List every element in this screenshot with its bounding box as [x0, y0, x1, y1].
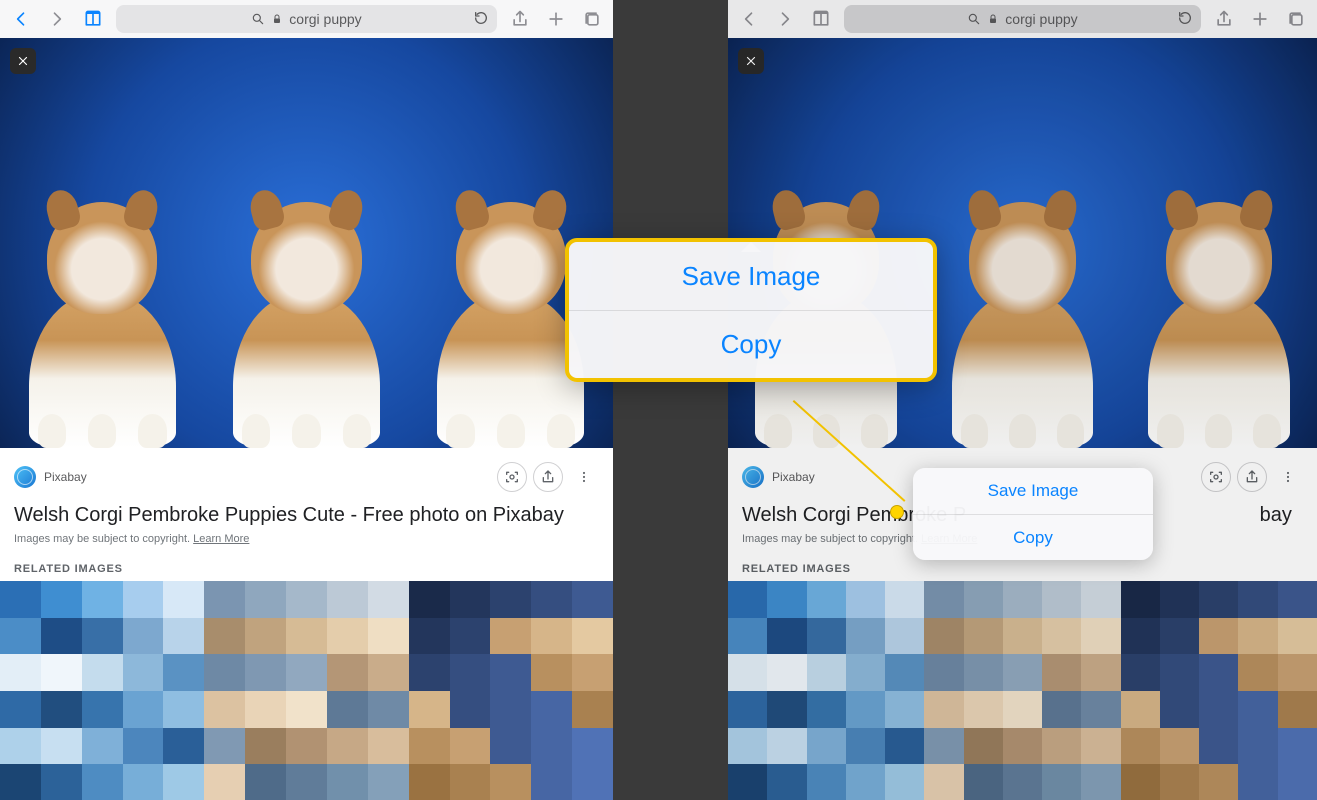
close-button[interactable]: [738, 48, 764, 74]
context-menu: Save Image Copy: [913, 468, 1153, 560]
meta-actions: [1201, 462, 1303, 492]
globe-icon: [742, 466, 764, 488]
related-thumb[interactable]: [728, 581, 924, 800]
back-button[interactable]: [736, 6, 762, 32]
forward-button[interactable]: [772, 6, 798, 32]
more-button[interactable]: [569, 462, 599, 492]
new-tab-button[interactable]: [543, 6, 569, 32]
copy-menuitem[interactable]: Copy: [913, 514, 1153, 560]
share-image-button[interactable]: [533, 462, 563, 492]
related-thumbs: [728, 581, 1317, 800]
globe-icon: [14, 466, 36, 488]
source[interactable]: Pixabay: [14, 466, 87, 488]
related-thumb[interactable]: [1121, 581, 1317, 800]
tabs-button[interactable]: [579, 6, 605, 32]
reload-button[interactable]: [473, 10, 489, 29]
copy-menuitem[interactable]: Copy: [569, 310, 933, 378]
back-button[interactable]: [8, 6, 34, 32]
related-thumb[interactable]: [204, 581, 408, 800]
meta-actions: [497, 462, 599, 492]
pane-left: corgi puppy Pixabay Welsh: [0, 0, 613, 800]
related-thumb[interactable]: [0, 581, 204, 800]
source-name: Pixabay: [44, 470, 87, 484]
learn-more-link[interactable]: Learn More: [193, 533, 249, 545]
share-image-button[interactable]: [1237, 462, 1267, 492]
related-thumb[interactable]: [924, 581, 1120, 800]
address-text: corgi puppy: [289, 11, 361, 27]
callout-dot: [890, 505, 904, 519]
bookmarks-button[interactable]: [808, 6, 834, 32]
copyright-text: Images may be subject to copyright. Lear…: [14, 533, 599, 545]
more-button[interactable]: [1273, 462, 1303, 492]
close-button[interactable]: [10, 48, 36, 74]
new-tab-button[interactable]: [1247, 6, 1273, 32]
search-icon: [967, 12, 981, 26]
close-icon: [16, 54, 30, 68]
search-icon: [251, 12, 265, 26]
related-thumb[interactable]: [409, 581, 613, 800]
lens-button[interactable]: [1201, 462, 1231, 492]
meta-section: Pixabay Welsh Corgi Pembroke Puppies Cut…: [0, 448, 613, 553]
save-image-menuitem[interactable]: Save Image: [913, 468, 1153, 514]
save-image-menuitem[interactable]: Save Image: [569, 242, 933, 310]
related-thumbs: [0, 581, 613, 800]
address-bar[interactable]: corgi puppy: [844, 5, 1201, 33]
context-menu-callout: Save Image Copy: [565, 238, 937, 382]
image-title: Welsh Corgi Pembroke Puppies Cute - Free…: [14, 504, 599, 527]
toolbar: corgi puppy: [0, 0, 613, 38]
bookmarks-button[interactable]: [80, 6, 106, 32]
reload-button[interactable]: [1177, 10, 1193, 29]
close-icon: [744, 54, 758, 68]
lock-icon: [271, 13, 283, 25]
hero-image[interactable]: [0, 38, 613, 448]
source-name: Pixabay: [772, 470, 815, 484]
pane-right: corgi puppy Pixabay: [728, 0, 1317, 800]
address-bar[interactable]: corgi puppy: [116, 5, 497, 33]
related-heading: RELATED IMAGES: [0, 553, 613, 581]
pane-gap: [613, 0, 728, 800]
forward-button[interactable]: [44, 6, 70, 32]
image-content: [0, 148, 613, 448]
toolbar: corgi puppy: [728, 0, 1317, 38]
share-button[interactable]: [507, 6, 533, 32]
share-button[interactable]: [1211, 6, 1237, 32]
source[interactable]: Pixabay: [742, 466, 815, 488]
tabs-button[interactable]: [1283, 6, 1309, 32]
lock-icon: [987, 13, 999, 25]
lens-button[interactable]: [497, 462, 527, 492]
address-text: corgi puppy: [1005, 11, 1077, 27]
